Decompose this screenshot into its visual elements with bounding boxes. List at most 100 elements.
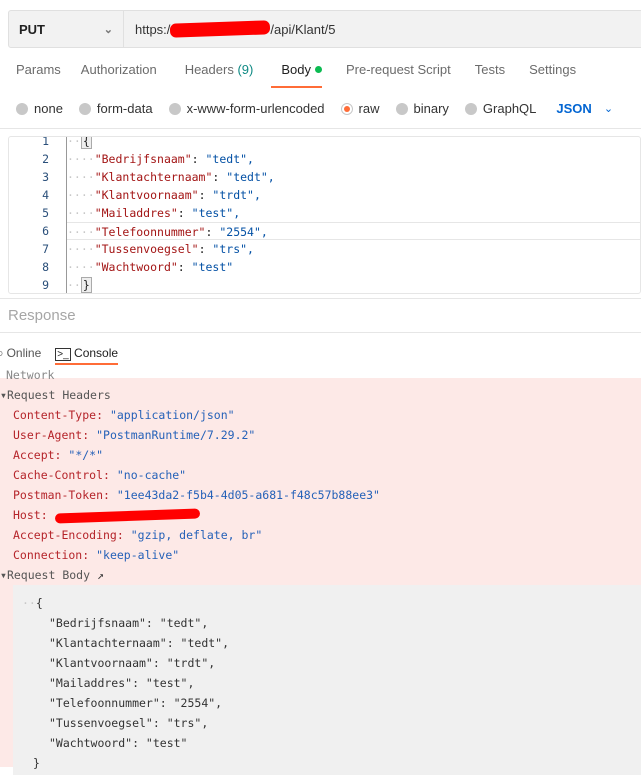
code-line: ····"Telefoonnummer": "2554", bbox=[67, 222, 640, 240]
status-circle-icon: ○ bbox=[0, 346, 3, 360]
header-row: Accept-Encoding: "gzip, deflate, br" bbox=[13, 525, 262, 545]
line-number: 3 bbox=[42, 170, 49, 184]
request-bar: PUT ⌄ https:/ /api/Klant/5 bbox=[8, 10, 641, 48]
format-select[interactable]: JSON ⌄ bbox=[552, 101, 613, 116]
radio-circle bbox=[395, 102, 408, 115]
indent-whitespace: ···· bbox=[67, 260, 95, 274]
body-line: } bbox=[33, 753, 40, 773]
header-row: Host: bbox=[13, 505, 200, 525]
indent-whitespace: ···· bbox=[67, 242, 95, 256]
json-value: "tedt", bbox=[226, 170, 275, 184]
header-key: Host: bbox=[13, 508, 48, 522]
brace: { bbox=[80, 137, 92, 149]
body-line: "Mailaddres": "test", bbox=[49, 673, 194, 693]
radio-label: none bbox=[34, 101, 63, 116]
body-line: "Klantachternaam": "tedt", bbox=[49, 633, 229, 653]
body-text: { bbox=[35, 596, 43, 610]
header-key: Content-Type: bbox=[13, 408, 104, 422]
method-select[interactable]: PUT ⌄ bbox=[9, 11, 124, 47]
header-value: "application/json" bbox=[109, 408, 235, 422]
radio-label: binary bbox=[413, 101, 449, 116]
url-prefix: https:/ bbox=[135, 21, 171, 37]
divider bbox=[0, 298, 641, 299]
code-line: ····"Mailaddres": "test", bbox=[67, 206, 241, 220]
external-link-icon[interactable]: ↗ bbox=[97, 568, 104, 582]
url-input[interactable]: https:/ /api/Klant/5 bbox=[124, 11, 335, 47]
url-suffix: /api/Klant/5 bbox=[270, 21, 336, 37]
json-value: "2554", bbox=[219, 225, 268, 239]
tab-params[interactable]: Params bbox=[0, 62, 61, 86]
code-line: ····"Tussenvoegsel": "trs", bbox=[67, 242, 254, 256]
body-editor[interactable]: 1 ··{2 ····"Bedrijfsnaam": "tedt", 3 ····"Kl… bbox=[8, 136, 641, 294]
radio-urlencoded[interactable]: x-www-form-urlencoded bbox=[168, 101, 325, 116]
radio-raw[interactable]: raw bbox=[340, 101, 380, 116]
header-row: Cache-Control: "no-cache" bbox=[13, 465, 186, 485]
request-body-box: ··{"Bedrijfsnaam": "tedt", "Klantachterna… bbox=[13, 585, 641, 775]
tab-body[interactable]: Body bbox=[255, 62, 322, 88]
request-tabs: Params Authorization Headers (9) Body Pr… bbox=[0, 62, 578, 88]
brace: } bbox=[80, 277, 92, 293]
terminal-icon: >_ bbox=[55, 348, 71, 361]
json-key: "Klantachternaam" bbox=[94, 170, 213, 184]
header-key: Accept-Encoding: bbox=[13, 528, 124, 542]
chevron-down-icon: ⌄ bbox=[103, 23, 113, 36]
body-text: } bbox=[33, 756, 40, 770]
online-status[interactable]: ○ Online bbox=[0, 346, 41, 365]
body-type-radios: none form-data x-www-form-urlencoded raw… bbox=[16, 101, 629, 116]
tab-console[interactable]: >_ Console bbox=[55, 346, 119, 365]
radio-form-data[interactable]: form-data bbox=[78, 101, 153, 116]
line-number: 2 bbox=[42, 152, 49, 166]
json-value: "tedt", bbox=[205, 152, 254, 166]
body-text: "Mailaddres": "test", bbox=[49, 676, 195, 690]
chevron-down-icon: ⌄ bbox=[603, 103, 614, 115]
tab-headers[interactable]: Headers (9) bbox=[159, 62, 254, 86]
line-number: 7 bbox=[42, 242, 49, 256]
request-headers-toggle[interactable]: ▾Request Headers bbox=[0, 385, 111, 405]
indent-whitespace: ·· bbox=[67, 136, 81, 148]
tab-pre-request-script[interactable]: Pre-request Script bbox=[324, 62, 451, 86]
radio-circle bbox=[78, 102, 91, 115]
header-row: Accept: "*/*" bbox=[13, 445, 103, 465]
body-line: ··{ bbox=[22, 593, 43, 613]
radio-circle bbox=[16, 102, 28, 115]
request-body-toggle[interactable]: ▾Request Body ↗ bbox=[0, 565, 104, 585]
tab-headers-label: Headers bbox=[184, 62, 234, 77]
json-value: "trdt", bbox=[212, 188, 261, 202]
body-line: "Tussenvoegsel": "trs", bbox=[49, 713, 208, 733]
body-text: "Klantvoornaam": "trdt", bbox=[49, 656, 216, 670]
radio-binary[interactable]: binary bbox=[395, 101, 449, 116]
line-number: 6 bbox=[42, 224, 49, 238]
radio-graphql[interactable]: GraphQL bbox=[464, 101, 536, 116]
body-text: "Wachtwoord": "test" bbox=[49, 736, 188, 750]
header-key: Connection: bbox=[13, 548, 90, 562]
radio-label: x-www-form-urlencoded bbox=[186, 101, 325, 116]
json-key: "Bedrijfsnaam" bbox=[94, 152, 192, 166]
section-label: Request Headers bbox=[6, 388, 111, 402]
method-label: PUT bbox=[19, 21, 45, 37]
header-row: Content-Type: "application/json" bbox=[13, 405, 235, 425]
tab-body-label: Body bbox=[281, 62, 311, 77]
header-value: "PostmanRuntime/7.29.2" bbox=[96, 428, 256, 442]
header-row: Connection: "keep-alive" bbox=[13, 545, 179, 565]
tab-settings[interactable]: Settings bbox=[507, 62, 576, 86]
json-key: "Wachtwoord" bbox=[94, 260, 178, 274]
headers-count: (9) bbox=[237, 62, 254, 77]
radio-label: raw bbox=[358, 101, 380, 116]
indent-whitespace: ·· bbox=[22, 596, 36, 610]
code-line: ····"Klantvoornaam": "trdt", bbox=[67, 188, 261, 202]
radio-none[interactable]: none bbox=[16, 101, 63, 116]
indent-whitespace: ···· bbox=[67, 225, 95, 239]
code-line: ····"Wachtwoord": "test" bbox=[67, 260, 234, 274]
tab-authorization[interactable]: Authorization bbox=[63, 62, 157, 86]
header-key: Postman-Token: bbox=[13, 488, 110, 502]
radio-label: form-data bbox=[96, 101, 153, 116]
line-number: 1 bbox=[42, 136, 49, 148]
section-label: Request Body bbox=[6, 568, 91, 582]
radio-circle bbox=[464, 102, 477, 115]
divider bbox=[0, 128, 641, 129]
header-key: Cache-Control: bbox=[13, 468, 110, 482]
body-text: "Telefoonnummer": "2554", bbox=[49, 696, 223, 710]
header-value: "keep-alive" bbox=[96, 548, 180, 562]
header-key: Accept: bbox=[13, 448, 62, 462]
tab-tests[interactable]: Tests bbox=[453, 62, 505, 86]
